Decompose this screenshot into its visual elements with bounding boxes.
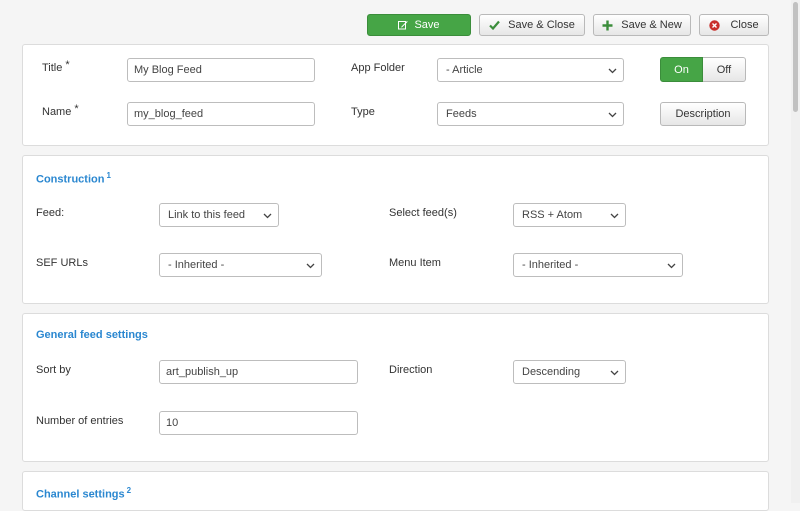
name-input[interactable]: my_blog_feed: [127, 102, 315, 126]
sef-urls-label: SEF URLs: [36, 257, 88, 269]
type-select[interactable]: Feeds: [437, 102, 624, 126]
published-toggle: On Off: [660, 57, 746, 82]
entries-label: Number of entries: [36, 415, 124, 427]
select-feeds-select[interactable]: RSS + Atom: [513, 203, 626, 227]
description-button[interactable]: Description: [660, 102, 746, 126]
toggle-off[interactable]: Off: [703, 57, 746, 82]
type-label: Type: [351, 106, 375, 118]
close-circle-icon: [709, 19, 721, 31]
close-button[interactable]: Close: [699, 14, 769, 36]
feed-select[interactable]: Link to this feed: [159, 203, 279, 227]
general-settings-title: General feed settings: [36, 329, 148, 341]
save-label: Save: [414, 19, 440, 31]
general-settings-panel: General feed settings Sort by art_publis…: [22, 313, 769, 462]
chevron-down-icon: [263, 211, 272, 223]
entries-input[interactable]: 10: [159, 411, 358, 435]
save-new-button[interactable]: Save & New: [593, 14, 691, 36]
chevron-down-icon: [608, 110, 617, 122]
construction-panel: Construction 1 Feed: Link to this feed Se…: [22, 155, 769, 304]
feed-label: Feed:: [36, 207, 65, 219]
edit-icon: [398, 20, 409, 30]
construction-title: Construction 1: [36, 171, 111, 186]
chevron-down-icon: [306, 261, 315, 273]
direction-label: Direction: [389, 364, 433, 376]
close-label: Close: [730, 19, 759, 31]
save-new-label: Save & New: [621, 19, 682, 31]
chevron-down-icon: [608, 66, 617, 78]
sef-urls-select[interactable]: - Inherited -: [159, 253, 322, 277]
chevron-down-icon: [610, 211, 619, 223]
menu-item-label: Menu Item: [389, 257, 441, 269]
toolbar: Save Save & Close Save & New Close: [0, 12, 790, 38]
toggle-on[interactable]: On: [660, 57, 703, 82]
plus-icon: [602, 20, 613, 31]
title-label: Title *: [42, 59, 70, 74]
direction-select[interactable]: Descending: [513, 360, 626, 384]
app-folder-label: App Folder: [351, 62, 405, 74]
channel-settings-panel: Channel settings 2: [22, 471, 769, 511]
sort-by-input[interactable]: art_publish_up: [159, 360, 358, 384]
chevron-down-icon: [610, 368, 619, 380]
scrollbar-thumb[interactable]: [793, 2, 798, 112]
details-panel: Title * My Blog Feed Name * my_blog_feed A…: [22, 44, 769, 146]
app-folder-select[interactable]: - Article: [437, 58, 624, 82]
check-icon: [489, 20, 501, 30]
title-input[interactable]: My Blog Feed: [127, 58, 315, 82]
save-close-button[interactable]: Save & Close: [479, 14, 585, 36]
scrollbar[interactable]: [791, 0, 800, 503]
name-label: Name *: [42, 103, 79, 118]
menu-item-select[interactable]: - Inherited -: [513, 253, 683, 277]
chevron-down-icon: [667, 261, 676, 273]
save-close-label: Save & Close: [508, 19, 575, 31]
select-feeds-label: Select feed(s): [389, 207, 457, 219]
sort-by-label: Sort by: [36, 364, 71, 376]
channel-settings-title: Channel settings 2: [36, 486, 132, 501]
save-button[interactable]: Save: [367, 14, 471, 36]
